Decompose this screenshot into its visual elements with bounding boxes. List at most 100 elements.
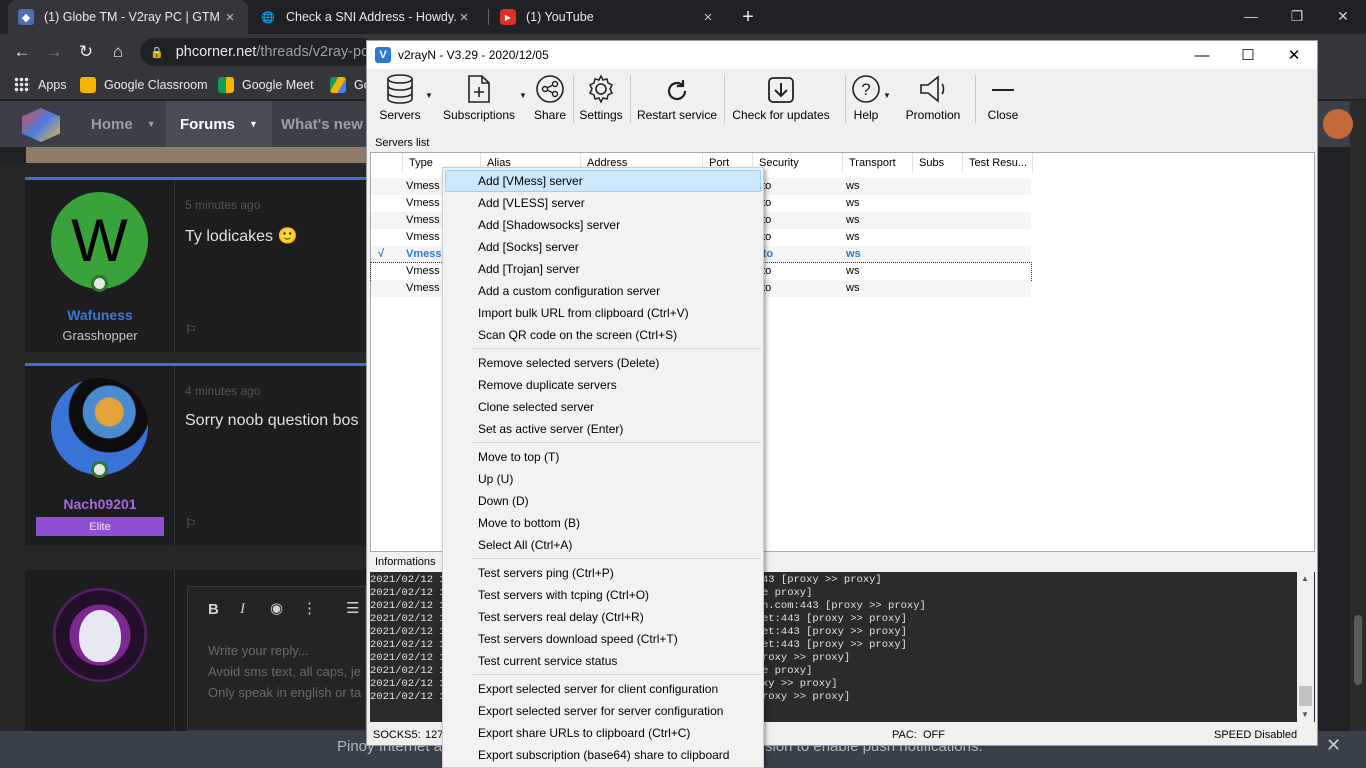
username[interactable]: Wafuness xyxy=(25,307,175,323)
log-line: 2021/02/12 10 xyxy=(370,626,452,638)
server-context-menu: Add [VMess] server Add [VLESS] server Add … xyxy=(442,167,764,768)
post-time[interactable]: 5 minutes ago xyxy=(185,198,260,212)
bookmark-google-drive[interactable]: Go xyxy=(330,70,371,100)
bookmark-google-meet[interactable]: Google Meet xyxy=(218,70,314,100)
close-tab-icon[interactable]: × xyxy=(222,9,238,26)
menu-item[interactable]: Down (D) xyxy=(445,490,761,512)
menu-item[interactable]: Clone selected server xyxy=(445,396,761,418)
post-time[interactable]: 4 minutes ago xyxy=(185,384,260,398)
maximize-button[interactable]: ☐ xyxy=(1225,41,1271,69)
dropdown-arrow-icon[interactable]: ▼ xyxy=(519,91,527,100)
close-window-icon[interactable]: ✕ xyxy=(1320,0,1366,32)
address-bar[interactable]: 🔒 phcorner.net/threads/v2ray-pc xyxy=(140,38,376,66)
menu-item[interactable]: Set as active server (Enter) xyxy=(445,418,761,440)
menu-item[interactable]: Add a custom configuration server xyxy=(445,280,761,302)
scrollbar-thumb[interactable] xyxy=(1354,615,1362,685)
log-messages: 43 [proxy >> proxy] e proxy] n.com:443 [pr… xyxy=(762,574,1062,704)
editor-placeholder-line: Avoid sms text, all caps, je xyxy=(208,664,361,679)
scroll-down-icon[interactable]: ▼ xyxy=(1301,710,1309,719)
nav-forums[interactable]: Forums ▼ xyxy=(166,101,272,147)
header-label: Test Resu... xyxy=(969,157,1028,169)
menu-item[interactable]: Move to top (T) xyxy=(445,446,761,468)
menu-item[interactable]: Scan QR code on the screen (Ctrl+S) xyxy=(445,324,761,346)
color-palette-icon[interactable]: ◉ xyxy=(270,599,283,617)
page-scrollbar[interactable] xyxy=(1350,100,1366,731)
close-tab-icon[interactable]: × xyxy=(456,9,472,26)
username[interactable]: Nach09201 xyxy=(25,496,175,512)
log-scrollbar[interactable]: ▲ ▼ xyxy=(1297,572,1314,722)
header-label: Security xyxy=(759,157,799,169)
menu-item[interactable]: Add [VMess] server xyxy=(445,170,761,192)
menu-item[interactable]: Test servers real delay (Ctrl+R) xyxy=(445,606,761,628)
tab-title: Check a SNI Address - Howdy.id xyxy=(286,10,456,24)
menu-item[interactable]: Add [Socks] server xyxy=(445,236,761,258)
dropdown-arrow-icon[interactable]: ▼ xyxy=(883,91,891,100)
home-icon[interactable]: ⌂ xyxy=(102,34,134,70)
new-tab-button[interactable]: + xyxy=(738,0,758,34)
column-header-transport[interactable]: Transport xyxy=(843,153,913,173)
menu-item[interactable]: Test current service status xyxy=(445,650,761,672)
servers-button[interactable]: Servers xyxy=(375,69,425,127)
report-flag-icon[interactable]: ⚐ xyxy=(185,516,197,532)
column-header-security[interactable]: Security xyxy=(753,153,843,173)
minimize-button[interactable]: — xyxy=(1179,41,1225,69)
menu-item[interactable]: Export share URLs to clipboard (Ctrl+C) xyxy=(445,722,761,744)
menu-item[interactable]: Import bulk URL from clipboard (Ctrl+V) xyxy=(445,302,761,324)
browser-tab-howdy[interactable]: 🌐 Check a SNI Address - Howdy.id × xyxy=(250,0,482,34)
close-notification-icon[interactable]: ✕ xyxy=(1326,735,1341,756)
speaker-icon xyxy=(920,75,945,103)
avatar-letter: W xyxy=(71,207,128,274)
close-tab-icon[interactable]: × xyxy=(700,9,716,26)
forward-icon[interactable]: → xyxy=(38,34,70,70)
menu-item[interactable]: Remove selected servers (Delete) xyxy=(445,352,761,374)
minimize-icon[interactable]: — xyxy=(1228,0,1274,32)
column-header-test-result[interactable]: Test Resu... xyxy=(963,153,1033,173)
youtube-favicon: ▶ xyxy=(500,9,516,25)
menu-item[interactable]: Export subscription (base64) share to cl… xyxy=(445,744,761,766)
browser-tab-youtube[interactable]: ▶ (1) YouTube × xyxy=(490,0,726,34)
menu-item[interactable]: Test servers download speed (Ctrl+T) xyxy=(445,628,761,650)
bookmark-google-classroom[interactable]: Google Classroom xyxy=(80,70,208,100)
scroll-up-icon[interactable]: ▲ xyxy=(1301,574,1309,583)
menu-item[interactable]: Add [VLESS] server xyxy=(445,192,761,214)
report-flag-icon[interactable]: ⚐ xyxy=(185,322,197,338)
menu-item[interactable]: Test servers with tcping (Ctrl+O) xyxy=(445,584,761,606)
subscriptions-button[interactable]: Subscriptions xyxy=(439,69,519,127)
menu-item[interactable]: Select All (Ctrl+A) xyxy=(445,534,761,556)
bookmark-apps[interactable]: Apps xyxy=(14,70,67,100)
back-icon[interactable]: ← xyxy=(6,34,38,70)
list-icon[interactable]: ☰ xyxy=(346,599,359,617)
column-header-subs[interactable]: Subs xyxy=(913,153,963,173)
promotion-button[interactable]: Promotion xyxy=(901,69,965,127)
help-button[interactable]: ? Help xyxy=(850,69,882,127)
menu-item[interactable]: Remove duplicate servers xyxy=(445,374,761,396)
settings-button[interactable]: Settings xyxy=(577,69,625,127)
reply-editor[interactable]: B I ◉ ⋮ ☰ Write your reply... Avoid sms … xyxy=(187,586,366,731)
dropdown-arrow-icon[interactable]: ▼ xyxy=(425,91,433,100)
avatar[interactable] xyxy=(1323,109,1353,139)
restore-icon[interactable]: ❐ xyxy=(1274,0,1320,32)
browser-tab-phcorner[interactable]: ◆ (1) Globe TM - V2ray PC | GTM N × xyxy=(8,0,248,34)
menu-item[interactable]: Test servers ping (Ctrl+P) xyxy=(445,562,761,584)
restart-service-button[interactable]: Restart service xyxy=(635,69,719,127)
post-user-panel xyxy=(25,570,175,731)
reload-icon[interactable]: ↻ xyxy=(70,34,102,70)
close-button[interactable]: ✕ xyxy=(1271,41,1317,69)
bold-icon[interactable]: B xyxy=(208,601,219,618)
menu-item[interactable]: Move to bottom (B) xyxy=(445,512,761,534)
nav-whats-new[interactable]: What's new xyxy=(281,101,363,147)
scrollbar-thumb[interactable] xyxy=(1299,686,1312,706)
menu-item[interactable]: Up (U) xyxy=(445,468,761,490)
menu-item[interactable]: Export selected server for client config… xyxy=(445,678,761,700)
menu-item[interactable]: Add [Trojan] server xyxy=(445,258,761,280)
more-options-icon[interactable]: ⋮ xyxy=(302,599,317,617)
italic-icon[interactable]: I xyxy=(240,601,245,618)
check-for-updates-button[interactable]: Check for updates xyxy=(729,69,833,127)
share-icon xyxy=(536,75,564,103)
menu-item[interactable]: Export selected server for server config… xyxy=(445,700,761,722)
share-button[interactable]: Share xyxy=(531,69,569,127)
menu-item[interactable]: Add [Shadowsocks] server xyxy=(445,214,761,236)
column-header-mark[interactable] xyxy=(371,153,403,173)
nav-home[interactable]: Home ▼ xyxy=(91,101,156,147)
close-app-button[interactable]: Close xyxy=(981,69,1025,127)
